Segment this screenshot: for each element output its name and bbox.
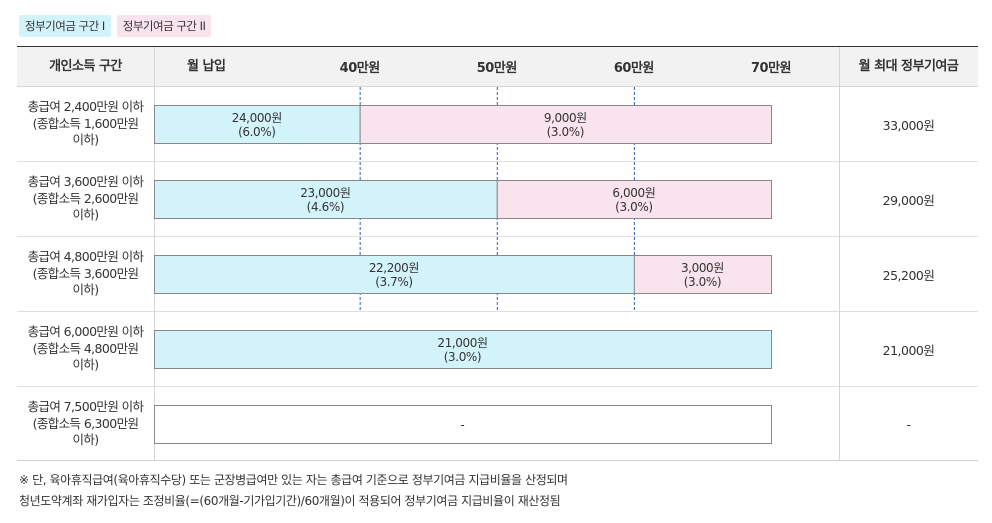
bar-rate-label: (6.0%) (238, 125, 275, 139)
legend-segment-2: 정부기여금 구간 II (116, 15, 212, 37)
footnote-line-2: 청년도약계좌 재가입자는 조정비율(=(60개월-기가입기간)/60개월)이 적… (19, 494, 561, 508)
bar-value-label: 21,000원 (437, 336, 487, 350)
legend: 정부기여금 구간 I 정부기여금 구간 II (19, 15, 212, 37)
bar-value-label: 3,000원 (681, 261, 724, 275)
bar-value-label: 6,000원 (612, 186, 655, 200)
bar-value-label: 22,200원 (369, 261, 419, 275)
bar-value-label: 23,000원 (300, 186, 350, 200)
bar-rate-label: (3.0%) (444, 350, 481, 364)
x-tick-label: 70만원 (751, 60, 791, 76)
bar-rate-label: (4.6%) (307, 200, 344, 214)
x-tick-label: 60만원 (614, 60, 654, 76)
bar-rate-label: (3.0%) (684, 275, 721, 289)
bar-rate-label: (3.0%) (615, 200, 652, 214)
bar-rate-label: (3.7%) (375, 275, 412, 289)
x-tick-label: 40만원 (340, 60, 380, 76)
stacked-bar-chart: 40만원 50만원 60만원 70만원24,000원(6.0%)9,000원(3.0%… (154, 60, 792, 444)
bar-value-label: 24,000원 (232, 111, 282, 125)
footnote-line-1: ※ 단, 육아휴직급여(육아휴직수당) 또는 군장병급여만 있는 자는 총급여 … (19, 473, 568, 487)
bar-value-label: - (460, 418, 464, 432)
legend-segment-1: 정부기여금 구간 I (19, 15, 111, 37)
bar-value-label: 9,000원 (544, 111, 587, 125)
x-tick-label: 50만원 (477, 60, 517, 76)
footnote: ※ 단, 육아휴직급여(육아휴직수당) 또는 군장병급여만 있는 자는 총급여 … (19, 470, 568, 512)
bar-rate-label: (3.0%) (547, 125, 584, 139)
contribution-table: 개인소득 구간 월 납입 월 최대 정부기여금 총급여 2,400만원 이하 (… (17, 46, 978, 461)
